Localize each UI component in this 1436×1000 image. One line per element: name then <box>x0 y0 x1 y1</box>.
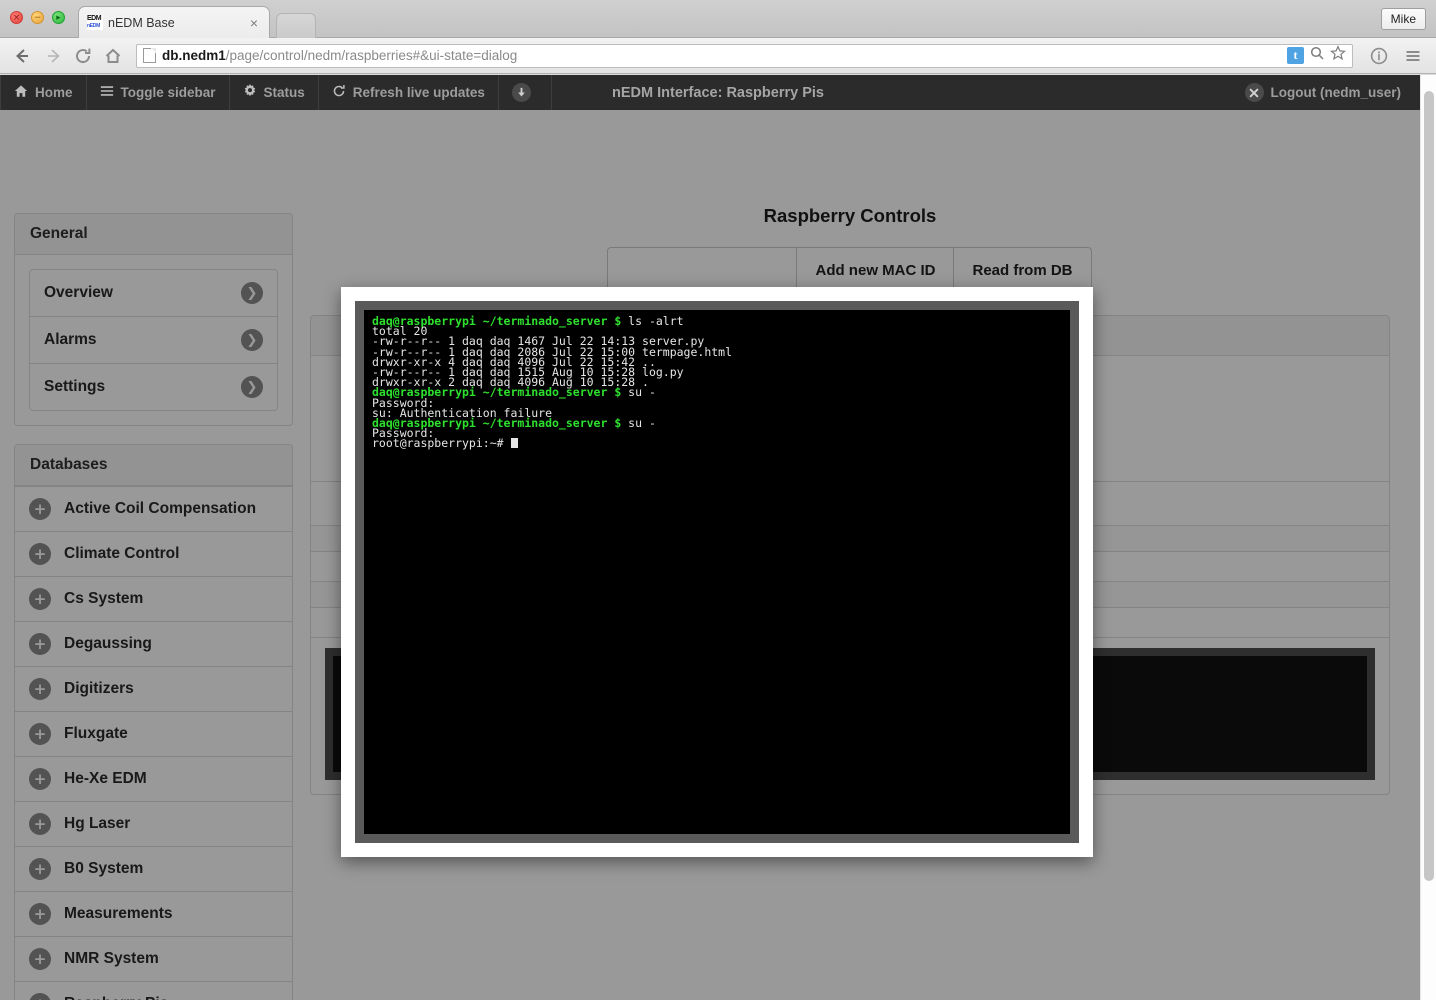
page-info-document-icon <box>143 48 156 63</box>
terminal-line: root@raspberrypi:~# <box>372 436 504 451</box>
app-header-bar: Home Toggle sidebar Status Refresh live … <box>0 75 1436 110</box>
browser-tab[interactable]: EDM nEDM nEDM Base × <box>78 6 270 38</box>
nav-item-refresh-label: Refresh live updates <box>352 85 485 100</box>
nav-item-download[interactable] <box>499 75 552 110</box>
navbar-right-buttons <box>1359 41 1428 71</box>
address-bar-url: db.nedm1/page/control/nedm/raspberries#&… <box>162 48 1287 63</box>
nav-item-status[interactable]: Status <box>230 75 319 110</box>
browser-window: × − ▸ EDM nEDM nEDM Base × Mike db.nedm1… <box>0 0 1436 1000</box>
gear-icon <box>243 84 257 101</box>
maximize-window-button[interactable]: ▸ <box>52 11 65 24</box>
home-icon <box>14 84 28 101</box>
terminal-command: su - <box>621 385 656 400</box>
new-tab-button[interactable] <box>276 13 316 38</box>
refresh-icon <box>332 84 346 101</box>
favicon-bottom-text: nEDM <box>87 23 100 29</box>
forward-icon[interactable] <box>38 41 68 71</box>
close-icon <box>1244 83 1264 102</box>
minimize-window-glyph: − <box>33 13 42 23</box>
terminal-output[interactable]: daq@raspberrypi ~/terminado_server $ ls … <box>364 310 1070 834</box>
nav-item-toggle-sidebar[interactable]: Toggle sidebar <box>87 75 230 110</box>
browser-tabstrip: × − ▸ EDM nEDM nEDM Base × Mike <box>0 0 1436 38</box>
page-scrollbar[interactable] <box>1420 75 1436 1000</box>
bookmark-star-icon[interactable] <box>1330 45 1346 66</box>
close-window-button[interactable]: × <box>10 11 23 24</box>
nedm-favicon-icon: EDM nEDM <box>87 15 103 30</box>
reload-icon[interactable] <box>68 41 98 71</box>
download-icon <box>511 83 531 102</box>
back-icon[interactable] <box>8 41 38 71</box>
extension-icon[interactable]: t <box>1287 47 1304 64</box>
page-scrollbar-thumb[interactable] <box>1424 91 1434 881</box>
hamburger-icon <box>100 84 114 101</box>
omnibox-icons: t <box>1287 45 1348 66</box>
tab-close-icon[interactable]: × <box>247 15 261 31</box>
info-circle-icon[interactable] <box>1364 41 1394 71</box>
terminal-cursor <box>510 438 518 449</box>
nav-item-home[interactable]: Home <box>0 75 87 110</box>
page-body: General Overview ❯ Alarms ❯ Settings ❯ D… <box>0 110 1436 1000</box>
url-path: /page/control/nedm/raspberries#&ui-state… <box>225 48 518 63</box>
user-profile-chip[interactable]: Mike <box>1380 8 1426 30</box>
nav-item-home-label: Home <box>35 85 73 100</box>
favicon-top-text: EDM <box>87 15 102 22</box>
logout-label: Logout (nedm_user) <box>1270 85 1402 100</box>
minimize-window-button[interactable]: − <box>31 11 44 24</box>
terminal-command: ls -alrt <box>621 314 684 328</box>
terminal-dialog: daq@raspberrypi ~/terminado_server $ ls … <box>341 287 1093 857</box>
nav-item-refresh-live-updates[interactable]: Refresh live updates <box>319 75 499 110</box>
home-icon[interactable] <box>98 41 128 71</box>
maximize-window-glyph: ▸ <box>56 13 61 23</box>
search-icon[interactable] <box>1309 45 1325 66</box>
browser-menu-icon[interactable] <box>1398 41 1428 71</box>
web-page: Home Toggle sidebar Status Refresh live … <box>0 75 1436 1000</box>
window-traffic-lights: × − ▸ <box>10 11 65 24</box>
logout-area: Logout (nedm_user) <box>1232 75 1436 110</box>
address-bar[interactable]: db.nedm1/page/control/nedm/raspberries#&… <box>136 43 1353 68</box>
url-host: db.nedm1 <box>162 48 226 63</box>
nav-item-toggle-sidebar-label: Toggle sidebar <box>120 85 216 100</box>
logout-button[interactable]: Logout (nedm_user) <box>1232 75 1415 110</box>
browser-tab-title: nEDM Base <box>108 15 175 30</box>
terminal-frame: daq@raspberrypi ~/terminado_server $ ls … <box>355 301 1079 843</box>
terminal-command: su - <box>621 416 656 431</box>
close-window-glyph: × <box>12 13 21 23</box>
nav-item-status-label: Status <box>263 85 305 100</box>
browser-navbar: db.nedm1/page/control/nedm/raspberries#&… <box>0 38 1436 74</box>
